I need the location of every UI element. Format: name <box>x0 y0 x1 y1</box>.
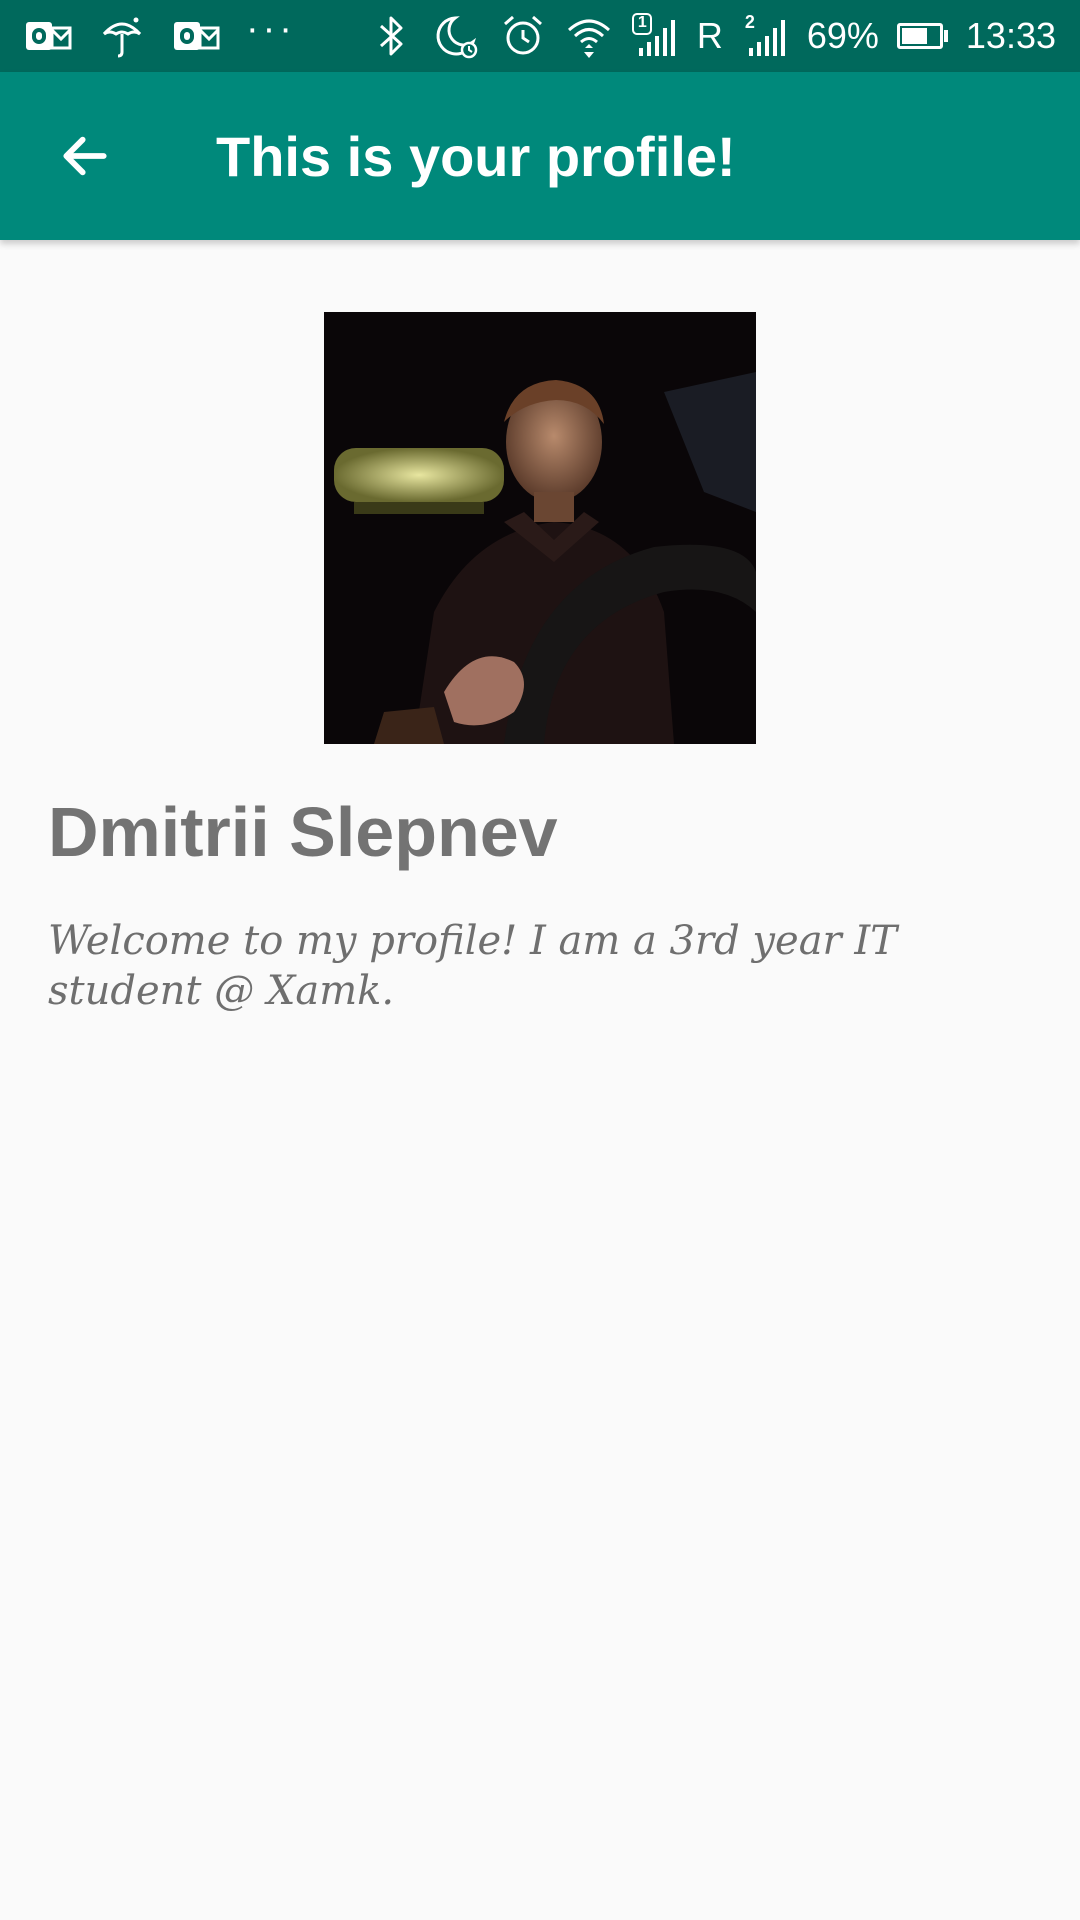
more-dots-icon: ··· <box>246 8 296 50</box>
battery-icon <box>896 23 948 49</box>
alarm-icon <box>499 12 547 60</box>
outlook-icon <box>24 12 72 60</box>
arrow-back-icon <box>63 136 107 176</box>
roaming-label: R <box>696 15 723 56</box>
profile-photo <box>324 312 756 744</box>
signal-sim1-icon: 1 <box>631 12 679 60</box>
back-button[interactable] <box>40 111 130 201</box>
notification-icons: ··· <box>24 8 296 60</box>
wifi-icon <box>565 12 613 60</box>
umbrella-icon <box>98 12 146 60</box>
battery-cap <box>943 30 948 42</box>
status-bar: ··· 1 R 2 69% 13:33 <box>0 0 1080 72</box>
avatar <box>324 312 756 744</box>
do-not-disturb-moon-alarm-icon <box>433 12 481 60</box>
page-title: This is your profile! <box>216 124 736 188</box>
system-icons: 1 R 2 69% 13:33 <box>367 12 1056 60</box>
profile-content: Dmitrii Slepnev Welcome to my profile! I… <box>0 240 1080 1920</box>
signal-sim2-icon: 2 <box>741 12 789 60</box>
battery-fill <box>901 28 927 44</box>
app-bar: This is your profile! <box>0 72 1080 240</box>
profile-name: Dmitrii Slepnev <box>48 793 558 871</box>
battery-percent: 69% <box>806 15 879 56</box>
outlook-icon <box>172 12 220 60</box>
profile-bio: Welcome to my profile! I am a 3rd year I… <box>48 918 897 1014</box>
clock: 13:33 <box>965 15 1056 56</box>
bluetooth-icon <box>367 12 415 60</box>
battery-body <box>896 23 943 49</box>
sim2-label: 2 <box>744 12 755 32</box>
sim1-label: 1 <box>637 14 647 31</box>
